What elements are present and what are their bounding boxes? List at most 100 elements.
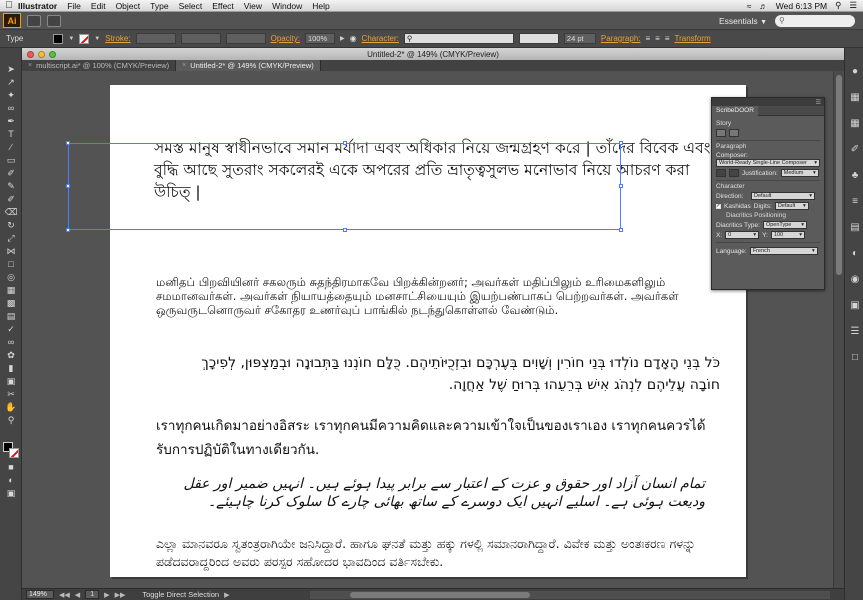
justification-select[interactable]: Medium ▾	[780, 169, 819, 177]
graphic-styles-icon[interactable]: ▣	[849, 300, 861, 312]
swatches-panel-icon[interactable]: ▦	[849, 118, 861, 130]
tab-multiscript[interactable]: × multiscript.ai* @ 100% (CMYK/Preview)	[22, 60, 177, 71]
recolor-artwork-icon[interactable]: ◉	[350, 34, 357, 43]
direct-selection-tool-icon[interactable]: ↗	[4, 77, 18, 87]
opacity-panel-link[interactable]: Opacity:	[271, 34, 300, 43]
close-icon[interactable]: ×	[28, 62, 32, 69]
fill-color-swatch[interactable]	[53, 33, 64, 44]
menu-file[interactable]: File	[67, 1, 81, 11]
slice-tool-icon[interactable]: ✂	[4, 389, 18, 399]
menu-edit[interactable]: Edit	[91, 1, 106, 11]
shape-builder-tool-icon[interactable]: ◎	[4, 272, 18, 282]
gradient-panel-icon[interactable]: ▤	[849, 222, 861, 234]
artboard-number-field[interactable]: 1	[85, 590, 100, 599]
arrange-documents-icon[interactable]	[47, 14, 61, 27]
blob-brush-tool-icon[interactable]: ✐	[4, 194, 18, 204]
lasso-tool-icon[interactable]: ∞	[4, 103, 18, 113]
menubar-clock[interactable]: Wed 6:13 PM	[776, 1, 827, 11]
pen-tool-icon[interactable]: ✒	[4, 116, 18, 126]
align-right-icon[interactable]: ≡	[665, 34, 670, 43]
kashidas-checkbox[interactable]: ✓	[716, 203, 721, 209]
color-guide-icon[interactable]: ▦	[849, 92, 861, 104]
transform-panel-link[interactable]: Transform	[675, 34, 711, 43]
volume-icon[interactable]: ♬	[759, 1, 768, 11]
kannada-text-frame[interactable]: ಎಲ್ಲಾ ಮಾನವರೂ ಸ್ವತಂತ್ರರಾಗಿಯೇ ಜನಿಸಿದ್ದಾರೆ.…	[156, 535, 736, 571]
chevron-right-icon[interactable]: ▶	[340, 35, 345, 42]
font-style-field[interactable]	[518, 33, 559, 44]
direction-rtl-button[interactable]	[729, 169, 739, 177]
hebrew-text-frame[interactable]: כֹּל בְּנֵי הָאָדָם נוֹלְדוּ בְּנֵי חוֹר…	[180, 352, 720, 396]
layers-panel-icon[interactable]: ☰	[849, 326, 861, 338]
workspace-switcher[interactable]: Essentials ▼	[719, 16, 767, 26]
scroll-thumb[interactable]	[836, 75, 842, 275]
status-menu-icon[interactable]: ▶	[224, 591, 229, 599]
last-artboard-icon[interactable]: ▶▶	[115, 591, 126, 599]
opacity-field[interactable]: 100%	[304, 33, 335, 44]
rotate-tool-icon[interactable]: ↻	[4, 220, 18, 230]
selection-tool-icon[interactable]: ➤	[4, 64, 18, 74]
chevron-down-icon[interactable]: ▼	[68, 36, 74, 42]
symbol-sprayer-tool-icon[interactable]: ✿	[4, 350, 18, 360]
width-tool-icon[interactable]: ⋈	[4, 246, 18, 256]
perspective-grid-tool-icon[interactable]: ▦	[4, 285, 18, 295]
symbols-panel-icon[interactable]: ♣	[849, 170, 861, 182]
resize-handle[interactable]	[66, 228, 70, 232]
vertical-scrollbar[interactable]	[833, 71, 844, 588]
paragraph-panel-link[interactable]: Paragraph:	[601, 34, 641, 43]
color-panel-icon[interactable]: ●	[849, 66, 861, 78]
stroke-panel-link[interactable]: Stroke:	[105, 34, 130, 43]
zoom-tool-icon[interactable]: ⚲	[4, 415, 18, 425]
line-segment-tool-icon[interactable]: ∕	[4, 142, 18, 152]
fill-stroke-selector[interactable]	[3, 442, 19, 458]
transparency-panel-icon[interactable]: ◐	[849, 248, 861, 260]
tamil-text-frame[interactable]: மனிதப் பிறவியினர் சகலரும் சுதந்திரமாகவே …	[156, 275, 716, 317]
help-search-input[interactable]: ⚲	[775, 14, 855, 27]
horizontal-scrollbar[interactable]	[310, 590, 830, 599]
notifications-icon[interactable]: ☰	[849, 0, 857, 11]
stroke-weight-field[interactable]	[135, 33, 176, 44]
scale-tool-icon[interactable]: ⤢	[4, 233, 18, 243]
text-selection-bounding-box[interactable]	[66, 141, 623, 232]
zoom-level-field[interactable]: 149%	[26, 590, 54, 599]
menu-select[interactable]: Select	[179, 1, 203, 11]
language-select[interactable]: French ▾	[749, 247, 818, 255]
thai-text-frame[interactable]: เราทุกคนเกิดมาอย่างอิสระ เราทุกคนมีความค…	[156, 414, 716, 462]
y-offset-field[interactable]: 100 ▾	[770, 231, 805, 239]
align-left-icon[interactable]: ≡	[646, 34, 651, 43]
apple-icon[interactable]: 	[0, 0, 18, 11]
composer-select[interactable]: World-Ready Single-Line Composer ▾	[716, 159, 820, 167]
font-size-field[interactable]: 24 pt	[563, 33, 596, 44]
chevron-down-icon[interactable]: ▼	[94, 36, 100, 42]
wifi-icon[interactable]: ≈	[747, 1, 752, 11]
stroke-box[interactable]	[9, 448, 19, 458]
scribedoor-tab[interactable]: ScribeDOOR	[712, 105, 758, 116]
stroke-panel-icon[interactable]: ≡	[849, 196, 861, 208]
resize-handle[interactable]	[343, 228, 347, 232]
tab-untitled-2[interactable]: × Untitled-2* @ 149% (CMYK/Preview)	[176, 60, 321, 71]
menu-type[interactable]: Type	[150, 1, 168, 11]
next-artboard-icon[interactable]: ▶	[104, 591, 109, 599]
resize-handle[interactable]	[619, 228, 623, 232]
direction-ltr-button[interactable]	[716, 169, 726, 177]
previous-artboard-icon[interactable]: ◀	[75, 591, 80, 599]
menu-effect[interactable]: Effect	[212, 1, 234, 11]
urdu-text-frame[interactable]: تمام انسان آزاد اور حقوق و عزت کے اعتبار…	[180, 475, 705, 511]
resize-handle[interactable]	[343, 141, 347, 145]
font-family-field[interactable]: ⚲	[403, 33, 514, 44]
magic-wand-tool-icon[interactable]: ✦	[4, 90, 18, 100]
digits-select[interactable]: Default ▾	[774, 202, 809, 210]
diacritics-type-select[interactable]: OpenType ▾	[762, 221, 807, 229]
appearance-panel-icon[interactable]: ◉	[849, 274, 861, 286]
rectangle-tool-icon[interactable]: ▭	[4, 155, 18, 165]
color-mode-icon[interactable]: ■	[4, 462, 18, 472]
resize-handle[interactable]	[66, 141, 70, 145]
type-tool-icon[interactable]: T	[4, 129, 18, 139]
gradient-tool-icon[interactable]: ▤	[4, 311, 18, 321]
story-button-1[interactable]	[716, 129, 726, 137]
brush-definition-field[interactable]	[225, 33, 266, 44]
artboard-tool-icon[interactable]: ▣	[4, 376, 18, 386]
menu-window[interactable]: Window	[272, 1, 302, 11]
bridge-icon[interactable]	[27, 14, 41, 27]
resize-handle[interactable]	[619, 184, 623, 188]
column-graph-tool-icon[interactable]: ▮	[4, 363, 18, 373]
